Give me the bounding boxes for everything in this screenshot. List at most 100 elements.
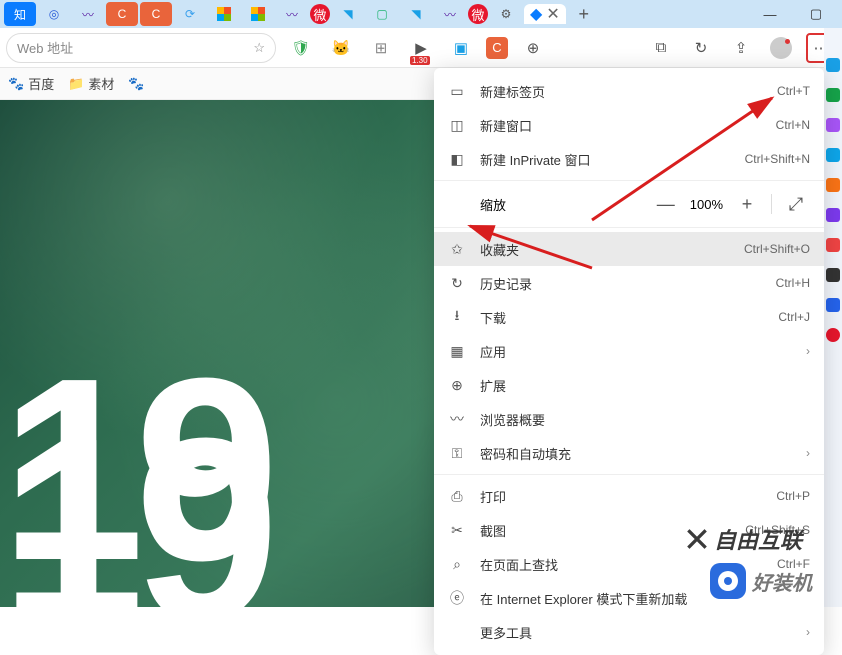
puzzle-icon[interactable]: ⊞ xyxy=(366,33,396,63)
menu-passwords[interactable]: ⚿ 密码和自动填充 › xyxy=(434,436,824,470)
tab-icon[interactable]: ▢ xyxy=(366,2,398,26)
tab-icon[interactable]: ⚙ xyxy=(490,2,522,26)
print-icon: ⎙ xyxy=(448,488,466,505)
menu-label: 历史记录 xyxy=(480,274,762,293)
new-tab-button[interactable]: + xyxy=(568,2,600,26)
menu-separator xyxy=(434,180,824,181)
tab-icon[interactable]: 〰 xyxy=(276,2,308,26)
share-icon[interactable]: ⇪ xyxy=(726,33,756,63)
tab-favicon: ◆ xyxy=(530,4,542,24)
menu-apps[interactable]: ▦ 应用 › xyxy=(434,334,824,368)
minimize-button[interactable]: — xyxy=(748,0,792,28)
tab-icon[interactable]: 微 xyxy=(310,4,330,24)
fullscreen-icon[interactable]: ⤢ xyxy=(782,194,810,215)
chevron-right-icon: › xyxy=(806,344,810,358)
close-tab-icon[interactable]: ✕ xyxy=(546,4,559,24)
favorite-star-icon[interactable]: ☆ xyxy=(253,40,265,56)
toolbar: Web 地址 ☆ 🛡 🐱 ⊞ ▶1.30 ▣ C ⊕ ⧉ ↻ ⇪ ⋯ xyxy=(0,28,842,68)
menu-zoom: 缩放 — 100% + ⤢ xyxy=(434,185,824,223)
zoom-in-button[interactable]: + xyxy=(733,194,761,215)
active-tab[interactable]: ◆ ✕ xyxy=(524,4,566,24)
menu-extensions[interactable]: ⊕ 扩展 xyxy=(434,368,824,402)
big-number: 19 xyxy=(0,413,269,607)
menu-label: 浏览器概要 xyxy=(480,410,810,429)
menu-shortcut: Ctrl+Shift+N xyxy=(745,152,810,166)
history-icon[interactable]: ↻ xyxy=(686,33,716,63)
apps-icon: ▦ xyxy=(448,343,466,360)
menu-shortcut: Ctrl+N xyxy=(776,118,810,132)
menu-new-inprivate[interactable]: ◧ 新建 InPrivate 窗口 Ctrl+Shift+N xyxy=(434,142,824,176)
download-icon: ⭳ xyxy=(448,305,466,329)
tab-icon[interactable]: ⟳ xyxy=(174,2,206,26)
menu-shortcut: Ctrl+T xyxy=(777,84,810,98)
menu-label: 密码和自动填充 xyxy=(480,444,792,463)
collections-icon[interactable]: ⧉ xyxy=(646,33,676,63)
profile-avatar[interactable] xyxy=(766,33,796,63)
menu-favorites[interactable]: ✩ 收藏夹 Ctrl+Shift+O xyxy=(434,232,824,266)
chevron-right-icon: › xyxy=(806,446,810,460)
tab-icon[interactable] xyxy=(242,2,274,26)
c-icon[interactable]: C xyxy=(486,37,508,59)
tab-icon[interactable]: 〰 xyxy=(434,2,466,26)
cat-icon[interactable]: 🐱 xyxy=(326,33,356,63)
bookmark-baidu[interactable]: 🐾百度 xyxy=(8,74,54,93)
history-icon: ↻ xyxy=(448,275,466,292)
watermark-logo-icon xyxy=(710,563,746,599)
menu-new-window[interactable]: ◫ 新建窗口 Ctrl+N xyxy=(434,108,824,142)
tab-strip: 知 ◎ 〰 C C ⟳ 〰 微 ◥ ▢ ◥ 〰 微 ⚙ ◆ ✕ + — ▢ xyxy=(0,0,842,28)
menu-label: 打印 xyxy=(480,487,762,506)
bookmark-label: 素材 xyxy=(88,74,114,93)
pulse-icon: 〰 xyxy=(448,409,466,429)
tab-icon[interactable]: 〰 xyxy=(72,2,104,26)
tab-icon[interactable]: C xyxy=(106,2,138,26)
tab-icon[interactable]: 微 xyxy=(468,4,488,24)
sidebar-icon[interactable] xyxy=(826,178,840,192)
bookmark-sucai[interactable]: 📁素材 xyxy=(68,74,114,93)
menu-label: 收藏夹 xyxy=(480,240,730,259)
sidebar-icon[interactable] xyxy=(826,208,840,222)
bookmark-label: 百度 xyxy=(28,74,54,93)
tab-icon[interactable]: 知 xyxy=(4,2,36,26)
play-store-icon[interactable]: ▶1.30 xyxy=(406,33,436,63)
sidebar-icon[interactable] xyxy=(826,58,840,72)
tab-icon[interactable] xyxy=(208,2,240,26)
menu-downloads[interactable]: ⭳ 下载 Ctrl+J xyxy=(434,300,824,334)
menu-label: 新建 InPrivate 窗口 xyxy=(480,150,731,169)
edge-sidebar xyxy=(824,28,842,607)
screenshot-icon: ✂ xyxy=(448,522,466,539)
sidebar-icon[interactable] xyxy=(826,328,840,342)
menu-more-tools[interactable]: 更多工具 › xyxy=(434,615,824,649)
sidebar-icon[interactable] xyxy=(826,238,840,252)
key-icon: ⚿ xyxy=(448,445,466,462)
menu-label: 应用 xyxy=(480,342,792,361)
tab-icon[interactable]: C xyxy=(140,2,172,26)
ie-icon: ⓔ xyxy=(448,588,466,608)
find-icon: ⌕ xyxy=(448,556,466,573)
app-icon[interactable]: ▣ xyxy=(446,33,476,63)
chevron-right-icon: › xyxy=(806,625,810,639)
menu-history[interactable]: ↻ 历史记录 Ctrl+H xyxy=(434,266,824,300)
extensions-icon[interactable]: ⊕ xyxy=(518,33,548,63)
shield-icon[interactable]: 🛡 xyxy=(286,33,316,63)
sidebar-icon[interactable] xyxy=(826,118,840,132)
tab-icon[interactable]: ◎ xyxy=(38,2,70,26)
menu-separator xyxy=(434,227,824,228)
address-bar[interactable]: Web 地址 ☆ xyxy=(6,33,276,63)
zoom-out-button[interactable]: — xyxy=(652,194,680,215)
tab-icon[interactable]: ◥ xyxy=(332,2,364,26)
menu-label: 扩展 xyxy=(480,376,810,395)
sidebar-icon[interactable] xyxy=(826,268,840,282)
paw-icon: 🐾 xyxy=(128,76,144,92)
tab-icon[interactable]: ◥ xyxy=(400,2,432,26)
menu-shortcut: Ctrl+Shift+O xyxy=(744,242,810,256)
menu-browser-overview[interactable]: 〰 浏览器概要 xyxy=(434,402,824,436)
sidebar-icon[interactable] xyxy=(826,148,840,162)
paw-icon: 🐾 xyxy=(8,76,24,92)
zoom-label: 缩放 xyxy=(480,195,540,214)
bookmark-item[interactable]: 🐾 xyxy=(128,76,144,92)
sidebar-icon[interactable] xyxy=(826,88,840,102)
menu-print[interactable]: ⎙ 打印 Ctrl+P xyxy=(434,479,824,513)
maximize-button[interactable]: ▢ xyxy=(794,0,838,28)
sidebar-icon[interactable] xyxy=(826,298,840,312)
menu-new-tab[interactable]: ▭ 新建标签页 Ctrl+T xyxy=(434,74,824,108)
